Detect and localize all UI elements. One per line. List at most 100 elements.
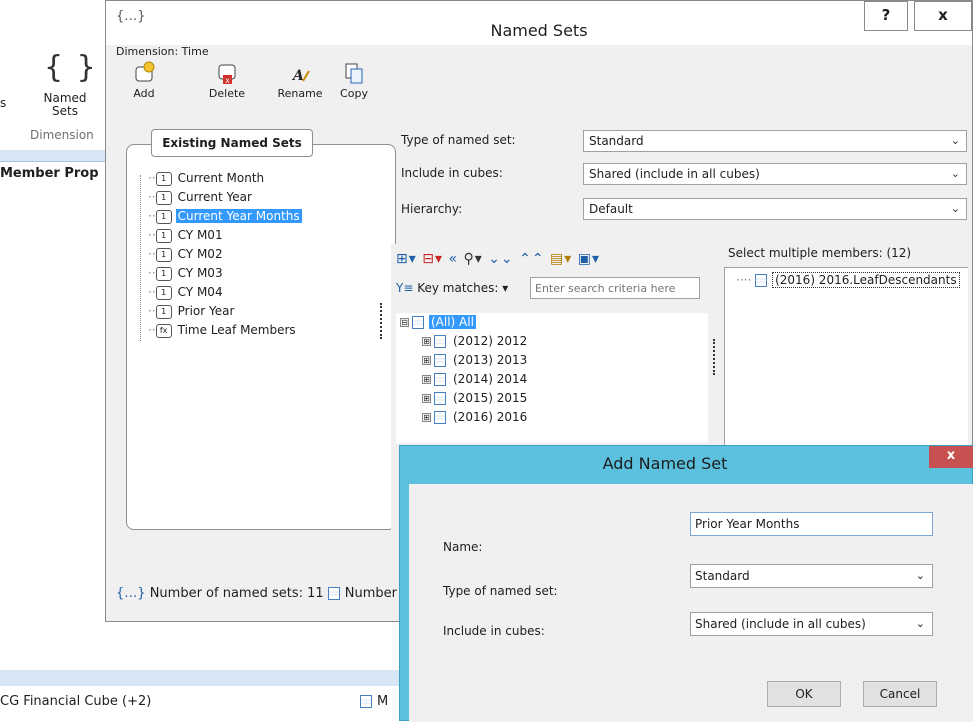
ok-button[interactable]: OK xyxy=(767,681,841,707)
selected-member-item[interactable]: ···· (2016) 2016.LeafDescendants xyxy=(736,272,960,288)
named-set-item[interactable]: ·· 1 Current Year Months xyxy=(148,207,302,226)
tree-connector: ·· xyxy=(148,247,156,261)
add-button[interactable]: Add xyxy=(120,61,168,100)
named-set-item[interactable]: ·· 1 CY M01 xyxy=(148,226,225,245)
rename-icon: A xyxy=(291,68,310,84)
copy-button[interactable]: Copy xyxy=(330,61,378,100)
member-properties-heading: Member Prop xyxy=(0,166,99,181)
named-set-item[interactable]: ·· 1 CY M03 xyxy=(148,264,225,283)
expand-icon[interactable]: ⊞ xyxy=(422,375,431,384)
named-set-item[interactable]: ·· 1 Current Year xyxy=(148,188,254,207)
member-tree-item[interactable]: ⊞ (2013) 2013 xyxy=(396,351,708,370)
named-set-label: CY M03 xyxy=(177,266,223,280)
splitter-handle-right[interactable] xyxy=(713,339,716,375)
member-tree: ⊟ (All) All ⊞ (2012) 2012 ⊞ (2013) 2013 ⊞ (2014… xyxy=(396,313,708,443)
expand-icon[interactable]: ⊞ xyxy=(422,356,431,365)
tree-connector: ·· xyxy=(148,304,156,318)
hierarchy-select[interactable]: Default ⌄ xyxy=(583,198,967,220)
filter-icon[interactable]: ▤▾ xyxy=(550,251,572,267)
named-set-icon: {…} xyxy=(116,586,146,601)
add-named-set-dialog: Add Named Set x Name: Prior Year Months … xyxy=(399,445,973,722)
key-filter-icon: Y≡ xyxy=(396,281,414,295)
member-label: (2012) 2012 xyxy=(453,334,528,348)
named-set-item[interactable]: ·· 1 Current Month xyxy=(148,169,266,188)
document-icon xyxy=(360,695,372,708)
expand-icon[interactable]: ⊞▾ xyxy=(396,251,417,267)
member-label: (2013) 2013 xyxy=(453,353,528,367)
search-input[interactable] xyxy=(530,277,700,299)
tree-connector: ·· xyxy=(148,209,156,223)
set-icon: 1 xyxy=(155,228,172,243)
expand-icon[interactable]: ⊞ xyxy=(422,394,431,403)
chevron-down-icon: ⌄ xyxy=(915,617,925,630)
named-set-item[interactable]: ·· fx Time Leaf Members xyxy=(148,321,298,340)
member-icon xyxy=(434,354,446,367)
member-icon xyxy=(434,411,446,424)
set-icon: 1 xyxy=(155,247,172,262)
member-tree-item[interactable]: ⊞ (2015) 2015 xyxy=(396,389,708,408)
remove-icon[interactable]: ⊟▾ xyxy=(422,251,443,267)
rename-button[interactable]: A Rename xyxy=(276,61,324,100)
named-set-label: Current Year xyxy=(177,190,252,204)
member-icon xyxy=(755,274,768,287)
delete-button[interactable]: x Delete xyxy=(203,61,251,100)
expand-icon[interactable]: ⊞ xyxy=(422,413,431,422)
status-bar: {…} Number of named sets: 11 Number xyxy=(116,586,398,601)
tree-connector: ·· xyxy=(148,285,156,299)
expand-all-icon[interactable]: ⌄⌄ xyxy=(488,251,513,267)
tree-connector: ·· xyxy=(148,190,156,204)
type-of-named-set-select[interactable]: Standard ⌄ xyxy=(583,130,967,152)
member-label: (2014) 2014 xyxy=(453,372,528,386)
copy-icon xyxy=(345,63,363,84)
include-in-cubes-select[interactable]: Shared (include in all cubes) ⌄ xyxy=(583,163,967,185)
add-type-select[interactable]: Standard ⌄ xyxy=(690,564,933,588)
tree-connector: ·· xyxy=(148,171,156,185)
expand-icon[interactable]: ⊞ xyxy=(422,337,431,346)
set-icon: 1 xyxy=(155,266,172,281)
member-tree-item[interactable]: ⊟ (All) All xyxy=(396,313,708,332)
collapse-all-icon[interactable]: ⌃⌃ xyxy=(519,251,544,267)
named-set-label: Prior Year xyxy=(177,304,235,318)
name-input[interactable]: Prior Year Months xyxy=(690,512,933,536)
chevron-down-icon: ⌄ xyxy=(950,134,960,147)
cube-tab[interactable]: CG Financial Cube (+2) xyxy=(0,694,151,709)
collapse-icon[interactable]: ⊟ xyxy=(400,318,409,327)
previous-icon[interactable]: « xyxy=(448,251,458,267)
member-icon xyxy=(434,335,446,348)
named-set-item[interactable]: ·· 1 CY M02 xyxy=(148,245,225,264)
existing-named-sets-header: Existing Named Sets xyxy=(151,129,313,157)
tree-connector: ·· xyxy=(148,228,156,242)
chevron-down-icon: ⌄ xyxy=(950,202,960,215)
member-tree-item[interactable]: ⊞ (2014) 2014 xyxy=(396,370,708,389)
set-icon: 1 xyxy=(155,209,172,224)
member-icon xyxy=(412,316,424,329)
binoculars-icon[interactable]: ⚲▾ xyxy=(463,251,482,267)
member-tree-item[interactable]: ⊞ (2012) 2012 xyxy=(396,332,708,351)
named-set-item[interactable]: ·· 1 Prior Year xyxy=(148,302,236,321)
close-button[interactable]: x xyxy=(914,1,972,31)
ribbon-separator xyxy=(0,150,110,162)
name-label: Name: xyxy=(443,540,483,554)
help-button[interactable]: ? xyxy=(864,1,908,31)
chevron-down-icon: ⌄ xyxy=(950,167,960,180)
member-label: (All) All xyxy=(429,315,476,329)
add-include-label: Include in cubes: xyxy=(443,624,545,638)
add-dialog-close-button[interactable]: x xyxy=(929,446,973,468)
add-include-select[interactable]: Shared (include in all cubes) ⌄ xyxy=(690,612,933,636)
named-set-item[interactable]: ·· 1 CY M04 xyxy=(148,283,225,302)
svg-text:x: x xyxy=(225,76,230,85)
ribbon-truncated-label: s xyxy=(0,96,7,110)
sort-icon[interactable]: ▣▾ xyxy=(578,251,600,267)
key-matches-dropdown[interactable]: Y≡ Key matches: ▾ xyxy=(396,281,508,295)
type-of-named-set-label: Type of named set: xyxy=(401,133,516,147)
splitter-handle[interactable] xyxy=(380,303,383,339)
cancel-button[interactable]: Cancel xyxy=(863,681,937,707)
tree-connector: ·· xyxy=(148,266,156,280)
named-sets-ribbon-button[interactable]: Named Sets xyxy=(40,92,90,118)
named-sets-title: Named Sets xyxy=(490,21,588,40)
background-status-item: M xyxy=(360,694,388,709)
set-icon: 1 xyxy=(155,304,172,319)
member-tree-item[interactable]: ⊞ (2016) 2016 xyxy=(396,408,708,427)
include-in-cubes-label: Include in cubes: xyxy=(401,166,503,180)
named-set-label: Current Month xyxy=(177,171,265,185)
